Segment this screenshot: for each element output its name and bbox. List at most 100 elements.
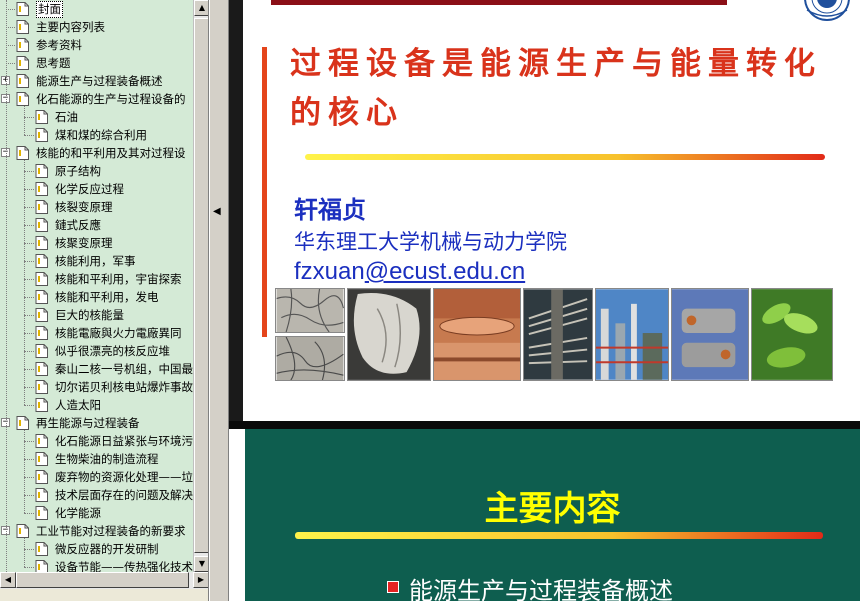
slide-page-icon xyxy=(35,452,48,466)
outline-item[interactable]: 生物柴油的制造流程 xyxy=(0,450,193,468)
outline-item-label: 化学能源 xyxy=(55,506,101,520)
contents-title: 主要内容 xyxy=(484,489,621,529)
slide-page-icon xyxy=(35,542,48,556)
outline-item-label: 生物柴油的制造流程 xyxy=(55,452,159,466)
outline-item[interactable]: 参考资料 xyxy=(0,36,193,54)
outline-item-label: 参考资料 xyxy=(36,38,82,52)
photo-green-leaves xyxy=(751,288,833,381)
outline-item[interactable]: 核能和平利用，宇宙探索 xyxy=(0,270,193,288)
outline-item-label: 石油 xyxy=(55,110,78,124)
slide-page-icon xyxy=(35,308,48,322)
scroll-left-button[interactable]: ◀ xyxy=(0,572,16,588)
outline-item[interactable]: − 工业节能对过程装备的新要求 xyxy=(0,522,193,540)
outline-item[interactable]: 似乎很漂亮的核反应堆 xyxy=(0,342,193,360)
outline-item[interactable]: 煤和煤的综合利用 xyxy=(0,126,193,144)
outline-item-label: 再生能源与过程装备 xyxy=(36,416,140,430)
outline-item[interactable]: 核聚变原理 xyxy=(0,234,193,252)
author-email[interactable]: fzxuan@ecust.edu.cn xyxy=(294,258,525,286)
outline-item[interactable]: 化学能源 xyxy=(0,504,193,522)
scroll-thumb[interactable] xyxy=(194,18,208,553)
slide-page-icon xyxy=(16,56,29,70)
collapse-pane-icon[interactable]: ◀ xyxy=(213,206,221,217)
slide-page-icon xyxy=(35,434,48,448)
slide-page-icon xyxy=(35,272,48,286)
outline-item[interactable]: − 化石能源的生产与过程设备的 xyxy=(0,90,193,108)
slide-page-icon xyxy=(35,470,48,484)
outline-item[interactable]: 核裂变原理 xyxy=(0,198,193,216)
tree-guide-line xyxy=(24,430,25,513)
outline-item-label: 核能的和平利用及其对过程设 xyxy=(36,146,186,160)
outline-item[interactable]: 技术层面存在的问题及解决 xyxy=(0,486,193,504)
outline-item[interactable]: 核能和平利用，发电 xyxy=(0,288,193,306)
outline-item-label: 技术层面存在的问题及解决 xyxy=(55,488,193,502)
outline-item-label: 微反应器的开发研制 xyxy=(55,542,159,556)
slide-page-icon xyxy=(35,164,48,178)
slide-title: 过程设备是能源生产与能量转化的核心 xyxy=(290,46,822,131)
photo-turbine-blades xyxy=(523,288,593,381)
slide-page-icon xyxy=(35,506,48,520)
left-accent-line xyxy=(262,47,267,337)
outline-item[interactable]: 原子结构 xyxy=(0,162,193,180)
outline-item[interactable]: 封面 xyxy=(0,0,193,18)
outline-item[interactable]: 鏈式反應 xyxy=(0,216,193,234)
slide-page-icon xyxy=(35,488,48,502)
outline-item-label: 核裂变原理 xyxy=(55,200,113,214)
outline-vertical-scrollbar[interactable]: ▲ ▼ xyxy=(193,0,208,572)
author-name: 轩福贞 xyxy=(294,196,366,224)
slide-page-icon xyxy=(16,524,29,538)
slide-contents[interactable]: 主要内容 能源生产与过程装备概述 xyxy=(229,429,860,601)
outline-item[interactable]: 核能利用，军事 xyxy=(0,252,193,270)
slide-contents-background: 主要内容 能源生产与过程装备概述 xyxy=(245,429,860,601)
outline-item-label: 废弃物的资源化处理——垃 xyxy=(55,470,193,484)
slide-page-icon xyxy=(16,74,29,88)
top-banner-bar xyxy=(271,0,727,5)
slide-page-icon xyxy=(35,380,48,394)
outline-horizontal-scrollbar[interactable]: ◀ ▶ xyxy=(0,572,208,589)
slide-page-icon xyxy=(35,290,48,304)
photo-refinery-plant xyxy=(595,288,669,381)
outline-item[interactable]: 核能電廠與火力電廠異同 xyxy=(0,324,193,342)
outline-item-label: 化石能源日益紧张与环境污 xyxy=(55,434,193,448)
outline-item[interactable]: 设备节能——传热强化技术 xyxy=(0,558,193,572)
outline-item[interactable]: 秦山二核一号机组，中国最 xyxy=(0,360,193,378)
outline-item[interactable]: 思考题 xyxy=(0,54,193,72)
outline-item[interactable]: 化石能源日益紧张与环境污 xyxy=(0,432,193,450)
slide-page-icon xyxy=(35,362,48,376)
slide-page-icon xyxy=(35,128,48,142)
outline-item[interactable]: 切尔诺贝利核电站爆炸事故 xyxy=(0,378,193,396)
outline-item[interactable]: 石油 xyxy=(0,108,193,126)
scroll-up-button[interactable]: ▲ xyxy=(194,0,208,16)
outline-item-label: 人造太阳 xyxy=(55,398,101,412)
outline-item[interactable]: 微反应器的开发研制 xyxy=(0,540,193,558)
outline-item-label: 化石能源的生产与过程设备的 xyxy=(36,92,186,106)
outline-item[interactable]: − 再生能源与过程装备 xyxy=(0,414,193,432)
outline-item[interactable]: 废弃物的资源化处理——垃 xyxy=(0,468,193,486)
outline-item-label: 煤和煤的综合利用 xyxy=(55,128,147,142)
outline-item[interactable]: 巨大的核能量 xyxy=(0,306,193,324)
photo-cracked-surface-2 xyxy=(275,336,345,381)
outline-item[interactable]: 主要内容列表 xyxy=(0,18,193,36)
outline-item[interactable]: − 核能的和平利用及其对过程设 xyxy=(0,144,193,162)
outline-item-label: 原子结构 xyxy=(55,164,101,178)
slide-page-icon xyxy=(35,326,48,340)
outline-item[interactable]: 人造太阳 xyxy=(0,396,193,414)
scroll-right-button[interactable]: ▶ xyxy=(193,572,208,588)
slide-view: 过程设备是能源生产与能量转化的核心 轩福贞 华东理工大学机械与动力学院 fzxu… xyxy=(229,0,860,601)
outline-item[interactable]: 化学反应过程 xyxy=(0,180,193,198)
outline-item-label: 封面 xyxy=(36,1,63,18)
university-seal-logo xyxy=(804,0,850,21)
tree-guide-line xyxy=(24,160,25,405)
slide-page-icon xyxy=(35,344,48,358)
slide-page-icon xyxy=(16,146,29,160)
horizontal-scroll-thumb[interactable] xyxy=(16,572,189,588)
tree-guide-line xyxy=(24,106,25,135)
slide-cover[interactable]: 过程设备是能源生产与能量转化的核心 轩福贞 华东理工大学机械与动力学院 fzxu… xyxy=(229,0,860,421)
pane-splitter[interactable]: ◀ xyxy=(209,0,229,601)
bullet-square-icon xyxy=(387,581,399,593)
outline-item[interactable]: + 能源生产与过程装备概述 xyxy=(0,72,193,90)
tree-guide-line xyxy=(6,0,7,572)
slide-page-icon xyxy=(35,218,48,232)
scroll-down-button[interactable]: ▼ xyxy=(194,556,208,572)
outline-item-label: 工业节能对过程装备的新要求 xyxy=(36,524,186,538)
title-underline-bar xyxy=(305,154,825,160)
